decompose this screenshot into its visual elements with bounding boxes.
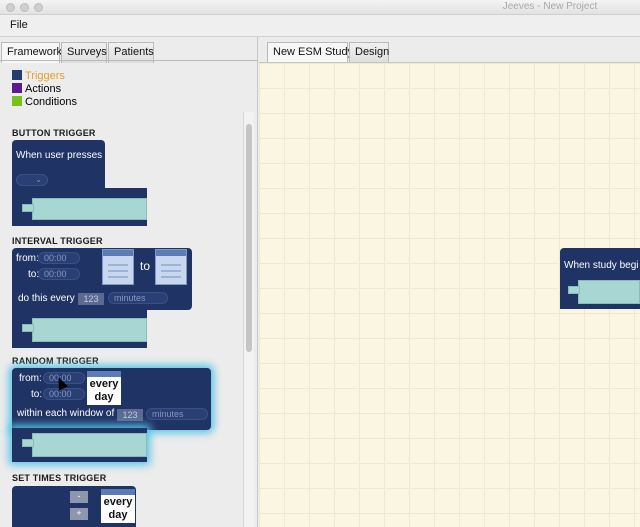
triggers-swatch — [12, 70, 22, 80]
calendar-icon[interactable] — [155, 249, 187, 285]
section-title-interval-trigger: INTERVAL TRIGGER — [12, 236, 103, 246]
conditions-swatch — [12, 96, 22, 106]
action-notch — [568, 286, 580, 294]
every-day-line2: day — [108, 509, 128, 521]
legend-triggers[interactable]: Triggers — [12, 70, 65, 82]
legend-label: Triggers — [25, 70, 65, 82]
button-action-slot — [32, 198, 147, 220]
tab-new-esm-study[interactable]: New ESM Study — [267, 42, 353, 63]
every-day-line2: day — [94, 391, 114, 403]
calendar-icon[interactable] — [102, 249, 134, 285]
interval-repeat-label: do this every — [18, 293, 75, 304]
study-begins-body — [560, 276, 640, 309]
every-day-line1: every — [89, 378, 119, 390]
every-day-calendar-icon[interactable]: every day — [101, 489, 135, 523]
action-notch — [22, 439, 34, 447]
add-time-button[interactable]: + — [70, 508, 88, 520]
window-title: Jeeves - New Project — [502, 1, 598, 12]
random-unit-dropdown[interactable]: minutes — [146, 408, 208, 420]
button-dropdown[interactable]: ⌄ — [16, 174, 48, 186]
interval-unit-dropdown[interactable]: minutes — [108, 292, 168, 304]
window-titlebar: Jeeves - New Project — [0, 0, 640, 15]
chevron-down-icon: ⌄ — [35, 175, 42, 184]
study-begins-trigger-block[interactable]: When study begi — [560, 248, 640, 278]
interval-trigger-body — [12, 308, 147, 348]
section-title-button-trigger: BUTTON TRIGGER — [12, 128, 96, 138]
palette-scrollbar[interactable] — [243, 112, 254, 527]
random-to-label: to: — [31, 389, 43, 400]
interval-to-input[interactable]: 00:00 — [38, 268, 80, 280]
random-trigger-block[interactable]: from: 00:00 to: 00:00 every day within e… — [12, 368, 211, 430]
actions-swatch — [12, 83, 22, 93]
tab-divider — [0, 60, 258, 61]
random-action-slot — [32, 433, 147, 457]
random-trigger-body — [12, 428, 147, 462]
random-from-label: from: — [19, 373, 42, 384]
legend-label: Conditions — [25, 96, 77, 108]
study-begins-text: When study begi — [564, 260, 639, 271]
action-notch — [22, 324, 34, 332]
interval-action-slot — [32, 318, 147, 342]
interval-trigger-block[interactable]: from: 00:00 to: 00:00 to do this every 1… — [12, 248, 192, 310]
button-trigger-body — [12, 188, 147, 226]
legend-conditions[interactable]: Conditions — [12, 96, 77, 108]
tab-design[interactable]: Design — [349, 42, 389, 63]
interval-between-label: to — [140, 259, 151, 273]
section-title-random-trigger: RANDOM TRIGGER — [12, 356, 99, 366]
button-trigger-text: When user presses — [16, 150, 103, 161]
random-to-input[interactable]: 00:00 — [43, 388, 85, 400]
random-window-label: within each window of — [17, 408, 115, 419]
every-day-calendar-icon[interactable]: every day — [87, 371, 121, 405]
menubar: File — [0, 15, 640, 37]
set-times-trigger-block[interactable]: - + every day — [12, 486, 136, 527]
remove-time-button[interactable]: - — [70, 491, 88, 503]
action-notch — [22, 204, 34, 212]
button-trigger-block[interactable]: When user presses ⌄ — [12, 140, 105, 190]
menu-file[interactable]: File — [10, 19, 28, 31]
interval-from-label: from: — [16, 253, 39, 264]
every-day-line1: every — [103, 496, 133, 508]
interval-from-input[interactable]: 00:00 — [38, 252, 80, 264]
study-begins-action-slot — [578, 280, 640, 304]
legend-actions[interactable]: Actions — [12, 83, 61, 95]
random-window-input[interactable]: 123 — [117, 409, 143, 421]
scrollbar-thumb[interactable] — [246, 124, 252, 352]
legend-label: Actions — [25, 83, 62, 95]
section-title-set-times-trigger: SET TIMES TRIGGER — [12, 473, 107, 483]
interval-repeat-input[interactable]: 123 — [78, 293, 104, 305]
